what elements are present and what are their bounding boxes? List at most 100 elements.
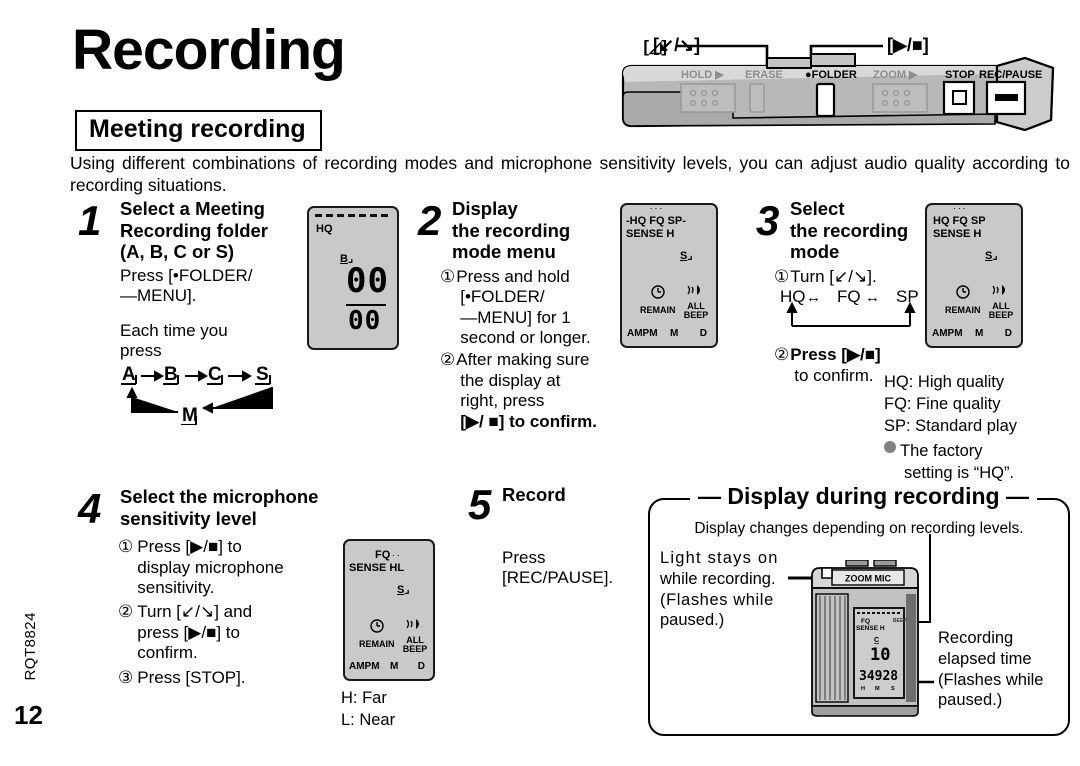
lcd-month: M (670, 328, 679, 339)
document-code: RQT8824 (22, 612, 39, 681)
device-illustration-top: [◿] HOLD ▶ ERASE ●FOLDER ZOOM ▶ STOP REC… (615, 30, 1065, 145)
lcd-month: M (390, 661, 399, 672)
page-number: 12 (14, 700, 43, 730)
lcd-ampm: AMPM (627, 328, 658, 339)
lcd-remain-group: REMAIN (945, 285, 981, 315)
step-4-item-3-marker: ③ (118, 667, 134, 687)
mini-lcd-mode: FQ (861, 618, 870, 625)
step-4: 4 Select the microphone sensitivity leve… (78, 486, 378, 688)
display-during-recording-box: Display changes depending on recording l… (648, 498, 1070, 736)
svg-text:BEEP: BEEP (893, 618, 907, 624)
step-1-body: Press [•FOLDER/ —MENU]. (120, 265, 253, 306)
svg-text:●FOLDER: ●FOLDER (805, 69, 857, 81)
speaker-icon (992, 285, 1005, 295)
speaker-icon (406, 619, 419, 629)
lcd-folder-indicator: S⌟ (680, 250, 693, 262)
step-2-item-2-marker: ② (440, 350, 456, 370)
mode-cycle-diagram: HQ FQ SP ↔ ↔ (780, 287, 926, 341)
step-5-body: Press [REC/PAUSE]. (502, 547, 614, 588)
step-1-body-2: Each time you press (120, 320, 228, 361)
factory-setting-note: The factory setting is “HQ”. (884, 441, 1074, 485)
lcd-remain-group: REMAIN (359, 619, 395, 649)
folder-s: S (256, 364, 269, 385)
legend-fq: FQ: Fine quality (884, 394, 1001, 413)
step-2-item-1-marker: ① (440, 266, 456, 286)
legend-sp: SP: Standard play (884, 416, 1017, 435)
mode-sp: SP (896, 288, 919, 306)
clock-icon (651, 285, 665, 299)
step-5-number: 5 (468, 481, 492, 528)
lcd-sense-h: H (389, 562, 397, 574)
gray-bullet-icon (884, 441, 896, 454)
mode-fq: FQ (837, 288, 861, 306)
svg-text:HOLD ▶: HOLD ▶ (681, 69, 724, 81)
section-heading: Meeting recording (75, 110, 322, 151)
lcd-beep-group: ALL BEEP (680, 283, 712, 321)
page-title: Recording (72, 18, 346, 82)
step-1-number: 1 (78, 197, 102, 244)
lcd-day: D (417, 661, 425, 672)
lcd-beep-group: ALL BEEP (985, 283, 1017, 321)
mini-lcd-elapsed: 34928 (859, 669, 898, 684)
svg-text:REC/PAUSE: REC/PAUSE (979, 69, 1042, 81)
lcd-dashed-bar (315, 214, 391, 217)
lcd-day: D (1004, 328, 1012, 339)
step-4-number: 4 (78, 485, 102, 532)
speaker-icon (687, 285, 700, 295)
lcd-sense-row: SENSE HL (349, 562, 404, 574)
ddr-title: — Display during recording — (690, 483, 1037, 510)
lcd-folder-indicator: S⌟ (985, 250, 998, 262)
step-4-item-2-marker: ② (118, 602, 134, 622)
svg-text:↔: ↔ (806, 289, 821, 306)
lcd-day: D (699, 328, 707, 339)
lcd-digits-sub: 00 (348, 306, 382, 336)
mini-lcd-folder: C (874, 637, 879, 644)
recording-mode-legend: HQ: High quality FQ: Fine quality SP: St… (884, 372, 1074, 485)
lcd-ampm: AMPM (932, 328, 963, 339)
lcd-folder-indicator: S⌟ (397, 584, 410, 596)
legend-hq: HQ: High quality (884, 373, 1005, 391)
legend-l-near: L: Near (341, 710, 396, 729)
lcd-sense-row: SENSE H (933, 228, 982, 240)
lcd-digits-main: 00 (346, 261, 389, 301)
step-4-title: Select the microphone sensitivity level (120, 486, 319, 529)
step-2-title: Display the recording mode menu (452, 198, 571, 263)
lcd-month: M (975, 328, 984, 339)
folder-c: C (208, 364, 222, 385)
callout-playstop-label: [▶/■] (887, 35, 929, 55)
svg-text:S: S (891, 686, 895, 692)
mini-lcd-file-no: 10 (870, 645, 890, 665)
step-5: 5 Record Press [REC/PAUSE]. (468, 484, 638, 588)
step-3-number: 3 (756, 197, 780, 244)
mini-lcd-sense: SENSE H (856, 625, 885, 632)
step-5-title: Record (502, 484, 566, 505)
lcd-mode-label: HQ (316, 223, 333, 235)
intro-paragraph: Using different combinations of recordin… (70, 153, 1070, 196)
clock-icon (956, 285, 970, 299)
folder-a: A (122, 364, 136, 385)
step-1: 1 Select a Meeting Recording folder (A, … (78, 198, 293, 430)
step-3-item-1-marker: ① (774, 266, 790, 286)
lcd-remain-group: REMAIN (640, 285, 676, 315)
step-3-item-2-marker: ② (774, 345, 790, 365)
svg-text:ZOOM ▶: ZOOM ▶ (873, 69, 918, 81)
svg-text:M: M (875, 686, 880, 692)
step-4-item-1-marker: ① (118, 537, 134, 557)
folder-cycle-diagram: A B C S M (120, 363, 293, 430)
legend-h-far: H: Far (341, 689, 387, 707)
clock-icon (370, 619, 384, 633)
svg-text:ERASE: ERASE (745, 69, 783, 81)
svg-text:H: H (861, 686, 865, 692)
recorder-illustration: ZOOM MIC FQ SENSE H BEEP C 10 34928 H M … (798, 559, 940, 725)
step-2: 2 Display the recording mode menu ① Pres… (418, 198, 608, 432)
lcd-ampm: AMPM (349, 661, 380, 672)
step-3: 3 Select the recording mode ① Turn [↙/↘]… (756, 198, 926, 386)
lcd-step-3: HQ FQ SP SENSE H S⌟ REMAIN ALL BEEP AMPM… (925, 203, 1023, 348)
folder-b: B (164, 364, 178, 385)
step-4-items: ① Press [▶/■] to display microphone sens… (118, 537, 284, 687)
lcd-step-4: FQ SENSE HL S⌟ REMAIN ALL BEEP AMPM M D (343, 539, 435, 681)
lcd-sense-row: SENSE H (626, 228, 675, 240)
step-3-title: Select the recording mode (790, 198, 909, 263)
lcd-step-1: HQ B⌟ 00 00 (307, 206, 399, 350)
sensitivity-legend: H: Far L: Near (341, 688, 395, 732)
